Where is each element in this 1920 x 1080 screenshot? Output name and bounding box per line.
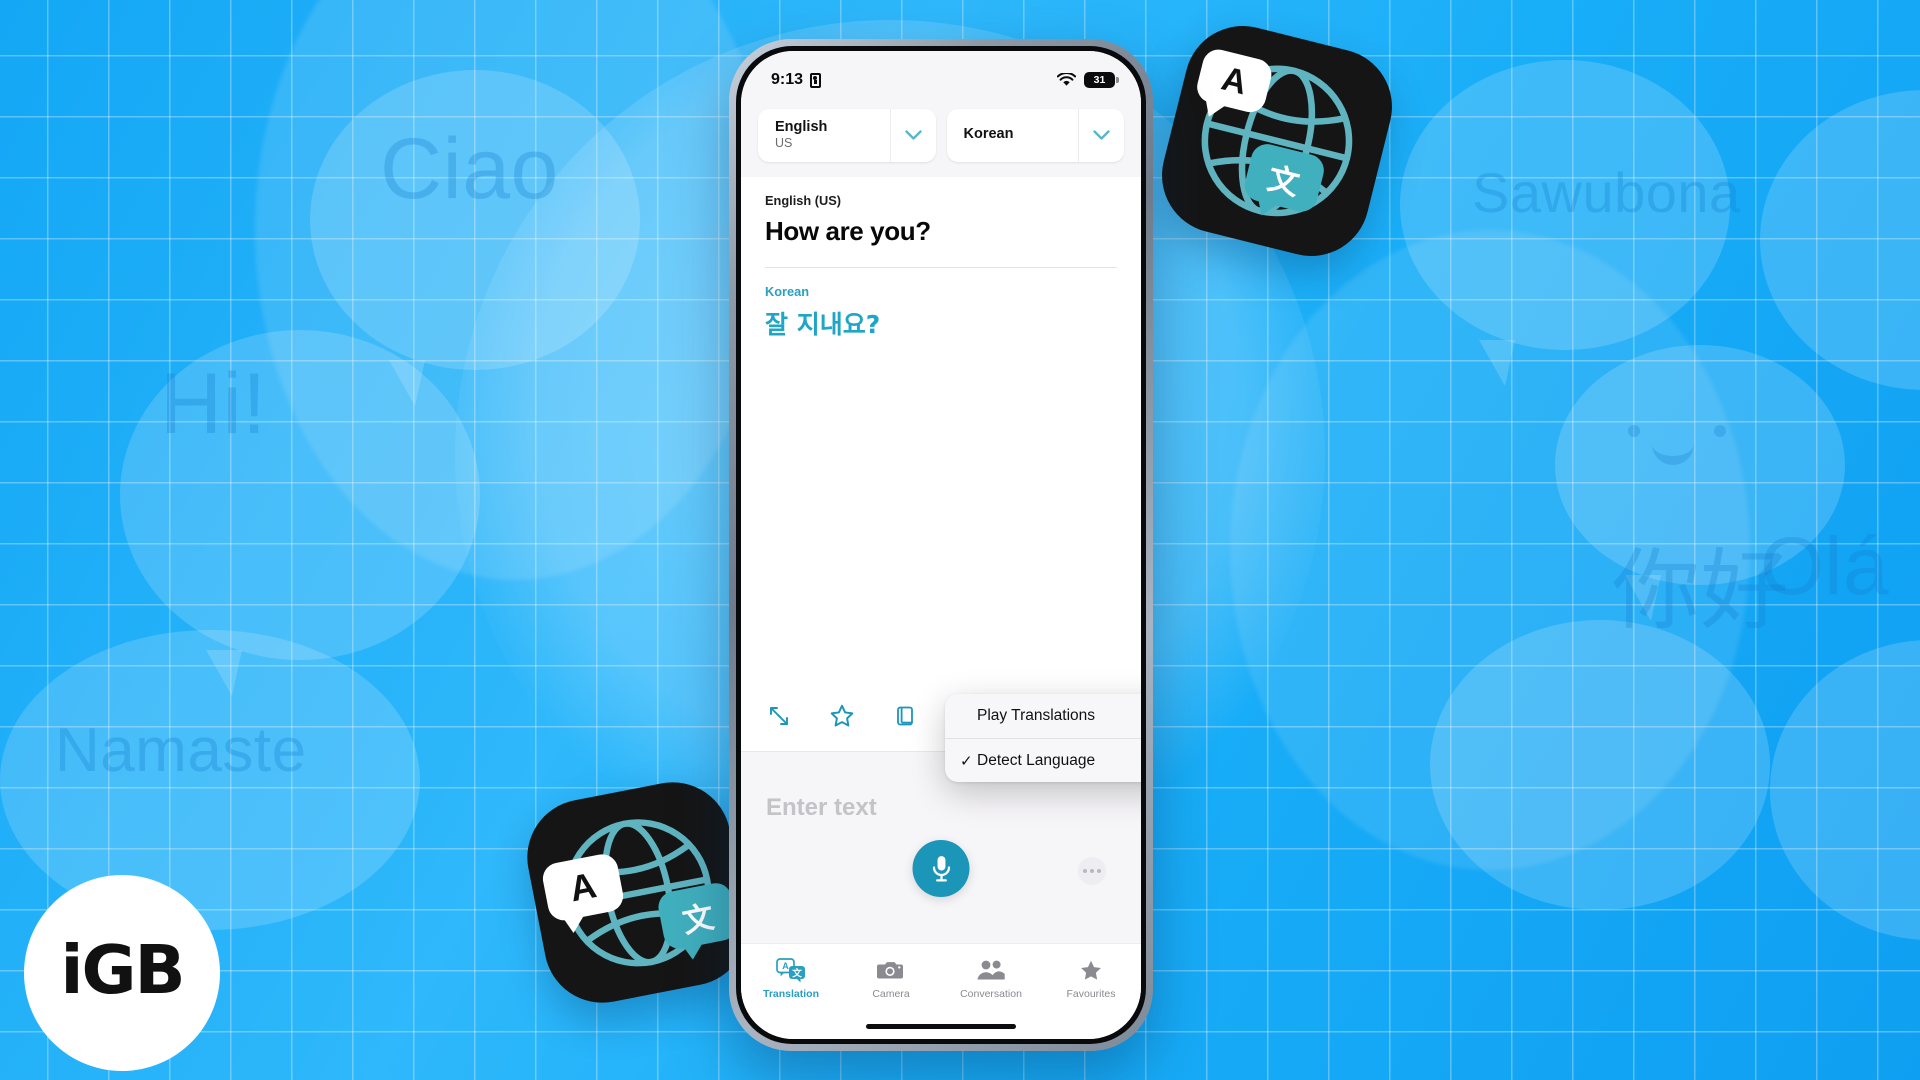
more-options-dot [1090,869,1094,873]
people-icon [976,957,1006,983]
tab-label: Camera [872,988,910,1000]
book-icon[interactable] [891,702,919,730]
wifi-icon [1057,73,1076,86]
tab-conversation[interactable]: Conversation [941,957,1041,1000]
tab-favourites[interactable]: Favourites [1041,957,1141,1000]
tab-label: Favourites [1066,988,1116,1000]
tab-translation[interactable]: A 文 Translation [741,957,841,1000]
poster-canvas: Ciao Hi! Namaste Sawubona 你好 Olá A 文 A 文… [0,0,1920,1080]
tab-camera[interactable]: Camera [841,957,941,1000]
source-language-names: English US [758,118,890,150]
language-picker-bar: English US Korean [741,103,1141,177]
menu-item-detect-language[interactable]: ✓ Detect Language [945,738,1141,782]
svg-text:文: 文 [791,967,802,979]
star-icon[interactable] [828,702,856,730]
camera-icon [877,957,905,983]
enter-text-placeholder[interactable]: Enter text [766,794,877,822]
tab-label: Conversation [960,988,1022,1000]
chevron-down-icon[interactable] [1078,108,1124,162]
source-language-selector[interactable]: English US [758,108,936,162]
microphone-button[interactable] [912,840,970,897]
card-divider [765,267,1117,268]
tab-label: Translation [762,988,819,1000]
more-options-dot [1083,869,1087,873]
more-options-button[interactable] [1078,857,1106,885]
target-label: Korean [765,284,810,299]
source-language-region: US [775,135,793,150]
battery-level-text: 31 [1093,74,1106,86]
bg-word-sawubona: Sawubona [1472,161,1741,224]
menu-item-play-translations[interactable]: Play Translations [945,694,1141,738]
translate-glyph-text: 文 [679,898,717,941]
translation-card: English (US) How are you? Korean 잘 지내요? [741,177,1141,751]
letter-bubble-text: A [566,864,600,910]
igb-logo-text: iGB [60,930,185,1009]
iphone-mockup: 9:13 31 English US Korean English (US) H… [729,39,1153,1051]
star-filled-icon [1078,957,1104,983]
target-text[interactable]: 잘 지내요? [765,305,1117,341]
target-language-name: Korean [963,126,1014,143]
more-options-dot [1097,869,1101,873]
home-indicator [866,1024,1016,1029]
svg-text:A: A [782,961,789,971]
status-bar-right: 31 [1057,72,1119,88]
bg-word-namaste: Namaste [55,716,307,785]
status-bar-left: 9:13 [771,71,822,89]
bg-word-hi: Hi! [160,356,267,452]
chevron-down-icon[interactable] [889,108,936,162]
target-language-selector[interactable]: Korean [946,108,1124,162]
igb-logo: iGB [24,875,220,1071]
expand-arrows-icon[interactable] [765,702,793,730]
status-time: 9:13 [771,71,804,88]
phone-screen: 9:13 31 English US Korean English (US) H… [741,51,1141,1039]
source-label: English (US) [765,193,842,208]
target-language-names: Korean [947,127,1079,143]
context-menu: Play Translations ✓ Detect Language [945,694,1141,782]
source-language-name: English [775,118,828,135]
lock-portrait-orientation-icon [810,72,822,88]
translate-glyph-text: 文 [1264,160,1303,203]
text-input-area: Enter text Play Translations ✓ Detect La… [741,694,1141,943]
status-bar: 9:13 31 [741,51,1141,103]
letter-bubble-text: A [1217,58,1251,102]
bg-word-ola: Olá [1760,521,1890,612]
bg-word-ciao: Ciao [380,121,559,217]
translate-bubbles-icon: A 文 [776,957,806,983]
menu-check-icon: ✓ [960,752,973,770]
menu-item-label: Detect Language [977,751,1096,769]
phone-bezel: 9:13 31 English US Korean English (US) H… [736,46,1146,1044]
battery-indicator: 31 [1084,72,1119,88]
microphone-icon [932,855,950,881]
source-text[interactable]: How are you? [765,216,1117,247]
smiley-face-icon [1606,425,1796,515]
menu-item-label: Play Translations [977,707,1096,724]
